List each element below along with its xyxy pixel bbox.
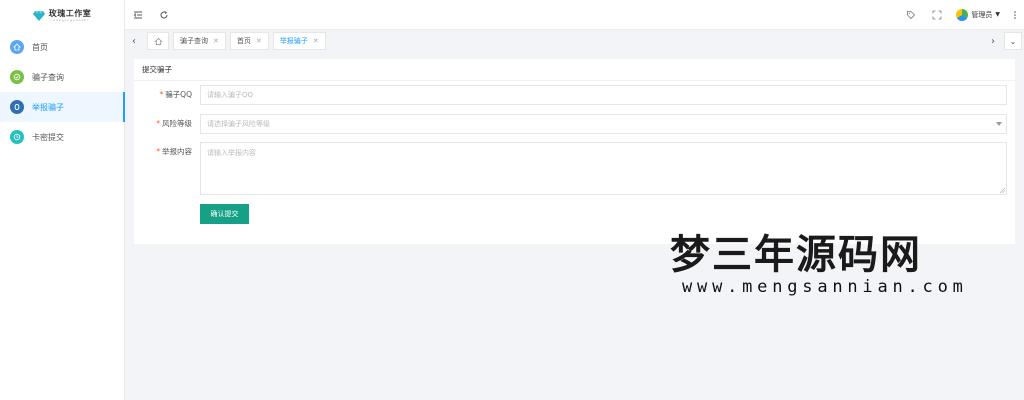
watermark-url: www.mengsannian.com <box>682 277 968 297</box>
menu-toggle-icon[interactable] <box>125 0 151 30</box>
tabs-dropdown-icon[interactable]: ⌄ <box>1004 32 1022 50</box>
close-icon[interactable]: ✕ <box>256 37 262 45</box>
check-icon <box>10 70 24 84</box>
watermark: 梦三年源码网 www.mengsannian.com <box>670 232 990 300</box>
sidebar-item-label: 卡密提交 <box>32 132 64 142</box>
chevron-down-icon <box>996 122 1002 126</box>
report-content-textarea[interactable]: 请输入举报内容 <box>200 142 1007 195</box>
sidebar-item-query[interactable]: 骗子查询 <box>0 62 124 92</box>
top-header: 管理员 ▼ <box>125 0 1024 30</box>
form-row-qq: * 骗子QQ <box>134 85 196 105</box>
tab-label: 首页 <box>236 37 251 45</box>
watermark-title: 梦三年源码网 <box>670 231 922 278</box>
sidebar-item-label: 举报骗子 <box>32 102 64 112</box>
card-title: 提交骗子 <box>134 59 1015 81</box>
sidebar: 玫瑰工作室 rosegongzuoshi 首页 骗子查询 举报骗子 卡密提交 <box>0 0 125 400</box>
tab-report-scammer[interactable]: 举报骗子 ✕ <box>272 32 326 50</box>
risk-level-label: * 风险等级 <box>156 119 192 128</box>
form-row-risk: * 风险等级 <box>134 114 196 134</box>
diamond-logo-icon <box>32 11 45 21</box>
sidebar-item-label: 骗子查询 <box>32 72 64 82</box>
tab-home[interactable] <box>147 32 169 50</box>
logo[interactable]: 玫瑰工作室 rosegongzuoshi <box>0 0 124 32</box>
fullscreen-icon[interactable] <box>924 0 950 30</box>
logo-title: 玫瑰工作室 <box>48 9 92 18</box>
tab-scammer-query[interactable]: 骗子查询 ✕ <box>173 32 226 50</box>
report-content-label: * 举报内容 <box>156 147 192 156</box>
caret-down-icon: ▼ <box>995 11 1000 18</box>
report-icon <box>10 100 24 114</box>
clock-icon <box>10 130 24 144</box>
close-icon[interactable]: ✕ <box>313 37 319 45</box>
home-icon <box>10 40 24 54</box>
close-icon[interactable]: ✕ <box>213 37 219 45</box>
more-vertical-icon[interactable] <box>1006 0 1024 30</box>
submit-button[interactable]: 确认提交 <box>200 204 249 224</box>
home-icon <box>153 37 163 45</box>
refresh-icon[interactable] <box>151 0 177 30</box>
tag-icon[interactable] <box>898 0 924 30</box>
sidebar-item-card-submit[interactable]: 卡密提交 <box>0 122 124 152</box>
sidebar-item-report[interactable]: 举报骗子 <box>0 92 125 122</box>
risk-level-select[interactable]: 请选择骗子风险等级 <box>200 114 1007 134</box>
tabs-scroll-right-icon[interactable]: › <box>984 30 1002 52</box>
sidebar-item-label: 首页 <box>32 42 48 52</box>
user-menu[interactable]: 管理员 ▼ <box>950 8 1006 21</box>
sidebar-menu: 首页 骗子查询 举报骗子 卡密提交 <box>0 32 125 152</box>
tab-home-page[interactable]: 首页 ✕ <box>229 32 269 50</box>
avatar <box>956 8 969 21</box>
resize-handle-icon[interactable] <box>999 187 1005 193</box>
sidebar-item-home[interactable]: 首页 <box>0 32 124 62</box>
user-name: 管理员 <box>971 10 993 19</box>
report-form-card: 提交骗子 * 骗子QQ 请输入骗子QQ * 风险等级 请选择骗子风险等级 * 举报内容… <box>134 59 1015 244</box>
page-tabs-bar: ‹ 骗子查询 ✕ 首页 ✕ 举报骗子 ✕ › ⌄ <box>125 30 1024 52</box>
tabs-scroll-left-icon[interactable]: ‹ <box>125 30 143 52</box>
qq-input[interactable]: 请输入骗子QQ <box>200 85 1007 105</box>
qq-label: * 骗子QQ <box>159 90 192 99</box>
tab-label: 举报骗子 <box>279 37 308 45</box>
form-row-content: * 举报内容 <box>134 142 196 162</box>
logo-subtitle: rosegongzuoshi <box>51 18 89 22</box>
tab-label: 骗子查询 <box>180 37 208 45</box>
